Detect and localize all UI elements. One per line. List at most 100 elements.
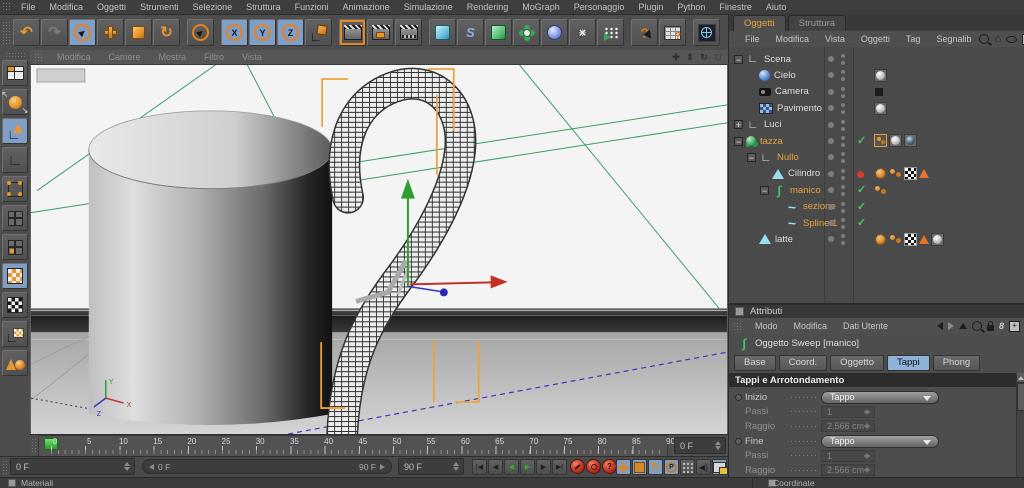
- content-browser-button[interactable]: ?: [659, 19, 686, 46]
- attr-search-icon[interactable]: [971, 321, 982, 331]
- context-help-button[interactable]: ?: [631, 19, 658, 46]
- goto-start-button[interactable]: |◀: [472, 459, 487, 475]
- end-frame-field[interactable]: 90 F: [398, 458, 464, 475]
- passi-spinner[interactable]: 1: [821, 405, 875, 418]
- search-icon[interactable]: [979, 34, 990, 44]
- scroll-up-icon[interactable]: [1017, 373, 1024, 383]
- render-settings-button[interactable]: [395, 19, 422, 46]
- tree-row-tazza[interactable]: − tazza ✓: [729, 133, 1024, 149]
- animation-dot-icon[interactable]: [735, 393, 742, 401]
- cylinder-mug-body[interactable]: [88, 110, 333, 426]
- rotate-view-icon[interactable]: ↻: [697, 52, 711, 63]
- scrollbar-thumb[interactable]: [1017, 383, 1024, 411]
- viewport-canvas[interactable]: Y X Z: [30, 64, 728, 434]
- render-visibility-dots[interactable]: [841, 201, 845, 206]
- om-menu-modifica[interactable]: Modifica: [768, 34, 818, 44]
- range-left-arrow-icon[interactable]: [149, 463, 154, 470]
- tree-row-cielo[interactable]: Cielo: [729, 67, 1024, 83]
- record-pla-button[interactable]: [680, 459, 695, 475]
- attr-tab-base[interactable]: Base: [734, 354, 776, 371]
- object-name[interactable]: Luci: [764, 119, 781, 130]
- tree-expander-icon[interactable]: +: [734, 120, 743, 130]
- render-visibility-dots[interactable]: [841, 119, 845, 124]
- tree-row-manico[interactable]: − manico ✓: [729, 182, 1024, 198]
- attr-menu-modifica[interactable]: Modifica: [786, 321, 836, 331]
- workplane-mode-button[interactable]: [2, 321, 28, 347]
- sound-button[interactable]: ◀): [696, 459, 711, 475]
- render-visibility-dots[interactable]: [841, 217, 845, 222]
- end-frame-spinner-icon[interactable]: [453, 461, 460, 472]
- dots-tag-icon[interactable]: [889, 167, 902, 180]
- menu-plugin[interactable]: Plugin: [631, 0, 670, 14]
- lock-icon[interactable]: [986, 320, 994, 331]
- enabled-check-icon[interactable]: ✓: [857, 183, 866, 196]
- menu-strumenti[interactable]: Strumenti: [133, 0, 186, 14]
- object-name[interactable]: Cilindro: [788, 168, 820, 179]
- coordinate-system-button[interactable]: ∟: [305, 19, 332, 46]
- om-menu-tag[interactable]: Tag: [898, 34, 929, 44]
- editor-visibility-dot[interactable]: [828, 56, 834, 62]
- object-name[interactable]: manico: [790, 185, 821, 196]
- frame-range-slider[interactable]: 0 F 90 F: [142, 459, 392, 474]
- z-axis-handle[interactable]: [439, 288, 448, 297]
- record-keyframe-button[interactable]: [570, 459, 585, 474]
- viewport-menu-camere[interactable]: Camere: [100, 52, 150, 62]
- tree-expander-icon[interactable]: −: [734, 136, 743, 146]
- render-active-view-button[interactable]: [339, 19, 366, 46]
- transport-grip[interactable]: [2, 460, 8, 474]
- enabled-check-icon[interactable]: ✓: [857, 134, 866, 147]
- render-visibility-dots[interactable]: [841, 86, 845, 91]
- move-button[interactable]: [97, 19, 124, 46]
- tree-row-nullo[interactable]: − Nullo: [729, 149, 1024, 165]
- raggio-spinner[interactable]: 2.566 cm: [821, 464, 875, 477]
- om-menu-oggetti[interactable]: Oggetti: [853, 34, 898, 44]
- material-white-tag-icon[interactable]: [874, 68, 887, 82]
- menu-animazione[interactable]: Animazione: [336, 0, 397, 14]
- tree-expander-icon[interactable]: −: [760, 185, 769, 195]
- history-forward-icon[interactable]: [947, 322, 954, 330]
- history-back-icon[interactable]: [936, 322, 943, 330]
- editor-visibility-dot[interactable]: [828, 121, 834, 128]
- menu-funzioni[interactable]: Funzioni: [288, 0, 336, 14]
- online-help-button[interactable]: [693, 19, 720, 46]
- play-backward-button[interactable]: ◀: [504, 459, 519, 475]
- polygons-mode-button[interactable]: [2, 234, 28, 260]
- menu-finestre[interactable]: Finestre: [712, 0, 759, 14]
- om-menu-file[interactable]: File: [737, 34, 768, 44]
- material-dark-tag-icon[interactable]: [904, 134, 917, 148]
- viewport-menu-mostra[interactable]: Mostra: [150, 52, 196, 62]
- menu-simulazione[interactable]: Simulazione: [397, 0, 460, 14]
- make-editable-button[interactable]: [2, 89, 29, 115]
- rotate-button[interactable]: ↻: [153, 19, 180, 46]
- tree-row-latte[interactable]: latte: [729, 231, 1024, 247]
- viewport-menu-modifica[interactable]: Modifica: [48, 52, 100, 62]
- record-rotation-button[interactable]: ↻: [648, 459, 663, 475]
- frame-spinner-icon[interactable]: [715, 440, 722, 451]
- bookmark-icon[interactable]: 8: [999, 321, 1004, 331]
- object-name[interactable]: Nullo: [777, 152, 799, 163]
- menu-file[interactable]: File: [14, 0, 43, 14]
- tree-row-camera[interactable]: Camera: [729, 84, 1024, 100]
- zoom-view-icon[interactable]: ⇕: [683, 52, 697, 63]
- attribute-section-header[interactable]: Tappi e Arrotondamento: [729, 373, 1017, 387]
- fine-dropdown[interactable]: Tappo: [821, 434, 939, 448]
- animation-dot-icon[interactable]: [735, 437, 742, 445]
- phong-tag-icon[interactable]: [874, 167, 887, 180]
- texture-axis-mode-button[interactable]: [2, 292, 28, 318]
- object-name[interactable]: latte: [775, 234, 793, 245]
- home-icon[interactable]: ⌂: [994, 33, 1001, 45]
- object-name[interactable]: Scena: [764, 54, 791, 65]
- current-frame-spinner-icon[interactable]: [124, 461, 131, 472]
- raggio-spinner[interactable]: 2.566 cm: [821, 420, 875, 433]
- add-metaball-button[interactable]: [541, 19, 568, 46]
- lock-x-axis-button[interactable]: X: [221, 19, 248, 46]
- menu-rendering[interactable]: Rendering: [460, 0, 516, 14]
- viewport-menu-vista[interactable]: Vista: [233, 52, 271, 62]
- attr-tab-phong[interactable]: Phong: [932, 354, 981, 371]
- add-deformer-button[interactable]: + ×: [569, 19, 596, 46]
- panel-icon[interactable]: [735, 307, 744, 316]
- passi-spinner[interactable]: 1: [821, 449, 875, 462]
- add-generator-button[interactable]: [485, 19, 512, 46]
- triangle-tag-icon[interactable]: [919, 169, 929, 179]
- attr-tab-tappi[interactable]: Tappi: [886, 354, 930, 371]
